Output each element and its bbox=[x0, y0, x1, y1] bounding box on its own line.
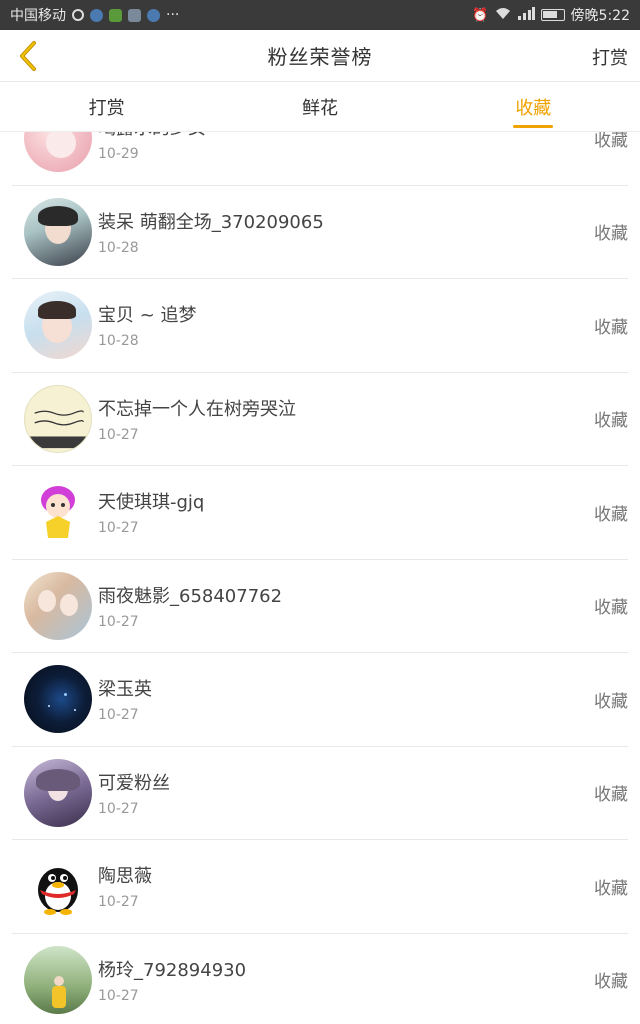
list-item[interactable]: 雨夜魅影_658407762 10-27 收藏 bbox=[12, 560, 628, 653]
action-type-label: 收藏 bbox=[594, 411, 628, 432]
fan-name: 可爱粉丝 bbox=[98, 772, 170, 794]
fan-date: 10-27 bbox=[98, 987, 139, 1004]
action-type-label: 收藏 bbox=[594, 878, 628, 899]
avatar bbox=[24, 758, 92, 827]
list-item[interactable]: 天使琪琪-gjq 10-27 收藏 bbox=[12, 466, 628, 560]
tab-flowers[interactable]: 鲜花 bbox=[213, 82, 426, 131]
back-button[interactable] bbox=[8, 36, 48, 76]
action-type-label: 收藏 bbox=[594, 972, 628, 993]
nav-bar: 粉丝荣誉榜 打赏 bbox=[0, 30, 640, 82]
action-type-label: 收藏 bbox=[594, 224, 628, 245]
fan-date: 10-29 bbox=[98, 146, 139, 163]
action-type-label: 收藏 bbox=[594, 598, 628, 619]
tab-favorites[interactable]: 收藏 bbox=[427, 82, 640, 131]
action-type-label: 收藏 bbox=[594, 785, 628, 806]
avatar bbox=[24, 665, 92, 734]
fan-date: 10-27 bbox=[98, 894, 139, 911]
fan-list[interactable]: 喝露水的少女 10-29 收藏 装呆 萌翻全场_370209065 10-28 … bbox=[0, 132, 640, 1024]
page-title: 粉丝荣誉榜 bbox=[267, 45, 373, 69]
action-type-label: 收藏 bbox=[594, 132, 628, 151]
fan-date: 10-27 bbox=[98, 613, 139, 630]
back-arrow-icon bbox=[20, 41, 36, 71]
fan-name: 不忘掉一个人在树旁哭泣 bbox=[98, 398, 296, 420]
fan-name: 杨玲_792894930 bbox=[98, 959, 247, 981]
carrier-label: 中国移动 bbox=[10, 8, 66, 24]
wechat-icon bbox=[109, 8, 122, 22]
fan-name: 雨夜魅影_658407762 bbox=[98, 585, 283, 607]
avatar bbox=[24, 132, 92, 173]
sync-icon bbox=[72, 9, 84, 21]
avatar bbox=[24, 384, 92, 453]
fan-date: 10-28 bbox=[98, 333, 139, 350]
list-item[interactable]: 宝贝 ~ 追梦 10-28 收藏 bbox=[12, 279, 628, 373]
list-item[interactable]: 喝露水的少女 10-29 收藏 bbox=[12, 132, 628, 186]
app-notification-icon bbox=[90, 8, 103, 22]
fan-date: 10-27 bbox=[98, 520, 139, 537]
browser-icon bbox=[147, 8, 160, 22]
action-type-label: 收藏 bbox=[594, 691, 628, 712]
fan-name: 喝露水的少女 bbox=[98, 132, 206, 140]
list-item[interactable]: 陶思薇 10-27 收藏 bbox=[12, 840, 628, 934]
app-icon bbox=[128, 8, 141, 22]
avatar bbox=[24, 478, 92, 547]
avatar bbox=[24, 291, 92, 360]
reward-button[interactable]: 打赏 bbox=[592, 44, 628, 70]
status-bar: 中国移动 ··· ⏰ 傍晚5:22 bbox=[0, 0, 640, 30]
status-right: ⏰ 傍晚5:22 bbox=[472, 5, 630, 25]
avatar bbox=[24, 571, 92, 640]
fan-name: 梁玉英 bbox=[98, 679, 152, 701]
fan-date: 10-27 bbox=[98, 426, 139, 443]
list-item[interactable]: 可爱粉丝 10-27 收藏 bbox=[12, 747, 628, 840]
fan-name: 装呆 萌翻全场_370209065 bbox=[98, 211, 324, 233]
avatar bbox=[24, 852, 92, 921]
wifi-icon bbox=[495, 7, 511, 24]
action-type-label: 收藏 bbox=[594, 317, 628, 338]
qq-penguin-icon bbox=[38, 868, 78, 916]
battery-icon bbox=[540, 9, 565, 21]
action-type-label: 收藏 bbox=[594, 504, 628, 525]
signal-icon bbox=[517, 6, 535, 24]
avatar bbox=[24, 197, 92, 266]
fan-date: 10-28 bbox=[98, 239, 139, 256]
alarm-icon: ⏰ bbox=[472, 7, 489, 23]
fan-date: 10-27 bbox=[98, 800, 139, 817]
list-item[interactable]: 装呆 萌翻全场_370209065 10-28 收藏 bbox=[12, 186, 628, 279]
list-item[interactable]: 不忘掉一个人在树旁哭泣 10-27 收藏 bbox=[12, 373, 628, 466]
list-item[interactable]: 梁玉英 10-27 收藏 bbox=[12, 653, 628, 747]
fan-name: 宝贝 ~ 追梦 bbox=[98, 305, 197, 327]
tab-bar: 打赏 鲜花 收藏 bbox=[0, 82, 640, 132]
status-left: 中国移动 ··· bbox=[10, 5, 179, 25]
fan-date: 10-27 bbox=[98, 707, 139, 724]
tab-reward[interactable]: 打赏 bbox=[0, 82, 213, 131]
fan-name: 天使琪琪-gjq bbox=[98, 492, 205, 514]
clock: 傍晚5:22 bbox=[570, 8, 630, 24]
fan-name: 陶思薇 bbox=[98, 866, 152, 888]
avatar bbox=[24, 945, 92, 1014]
more-notifications: ··· bbox=[166, 7, 180, 23]
list-item[interactable]: 杨玲_792894930 10-27 收藏 bbox=[12, 934, 628, 1024]
